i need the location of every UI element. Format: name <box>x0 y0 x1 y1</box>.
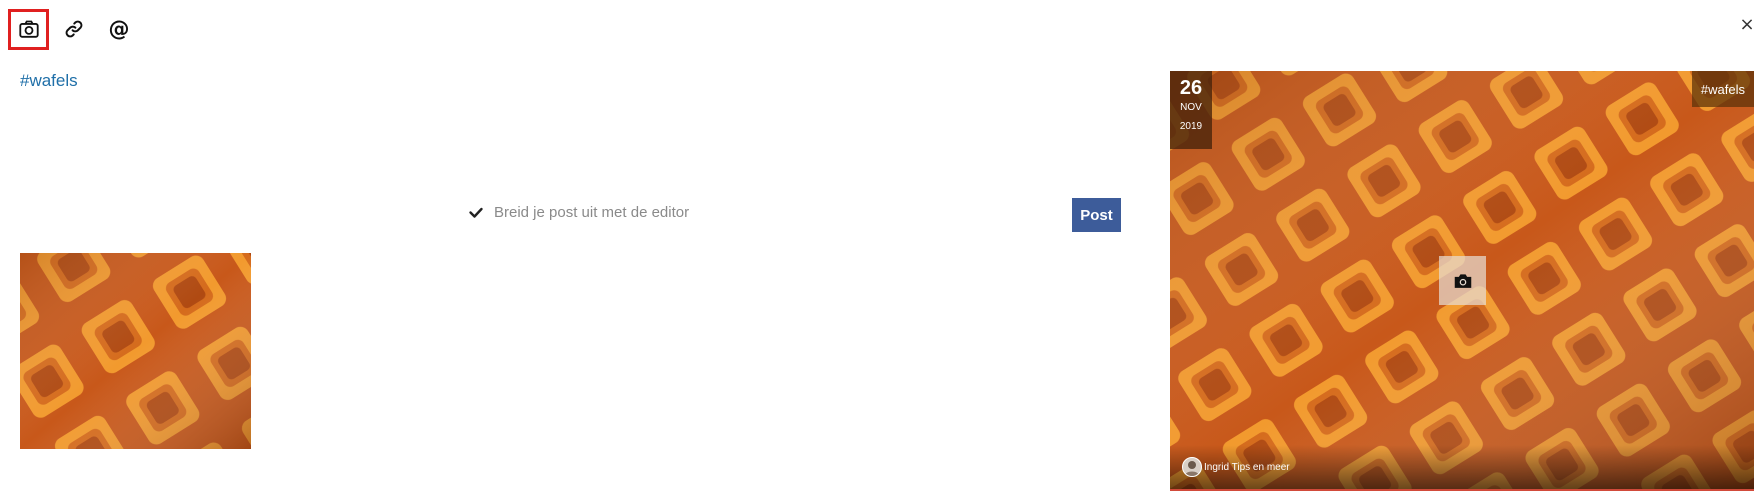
hashtag-link[interactable]: #wafels <box>20 71 78 91</box>
date-badge: 26 NOV 2019 <box>1170 71 1212 149</box>
attached-photo-thumbnail[interactable] <box>20 253 251 449</box>
close-button[interactable]: × <box>1737 14 1757 35</box>
tag-badge: #wafels <box>1691 71 1754 107</box>
post-preview-card: 26 NOV 2019 #wafels Ingrid Tips en meer <box>1170 71 1754 491</box>
date-year: 2019 <box>1179 121 1203 132</box>
avatar-image <box>1185 461 1199 476</box>
add-link-button[interactable] <box>49 9 99 50</box>
waffle-photo <box>20 253 251 449</box>
author-name[interactable]: Ingrid Tips en meer <box>1204 462 1290 473</box>
expand-editor-label: Breid je post uit met de editor <box>494 204 690 221</box>
change-photo-button[interactable] <box>1439 256 1486 305</box>
mention-button[interactable]: @ <box>99 9 139 50</box>
expand-editor-toggle[interactable]: Breid je post uit met de editor <box>468 204 689 221</box>
camera-icon <box>1454 273 1471 288</box>
composer-toolbar: @ <box>8 7 139 51</box>
author-bar: Ingrid Tips en meer <box>1170 445 1754 489</box>
camera-icon <box>18 20 39 38</box>
date-month: NOV <box>1180 102 1202 113</box>
date-day: 26 <box>1179 77 1203 99</box>
at-icon: @ <box>108 17 130 41</box>
chevron-down-icon <box>469 207 483 218</box>
post-button[interactable]: Post <box>1072 198 1121 232</box>
add-photo-button[interactable] <box>8 8 49 50</box>
avatar[interactable] <box>1182 457 1202 477</box>
link-icon <box>65 20 83 38</box>
